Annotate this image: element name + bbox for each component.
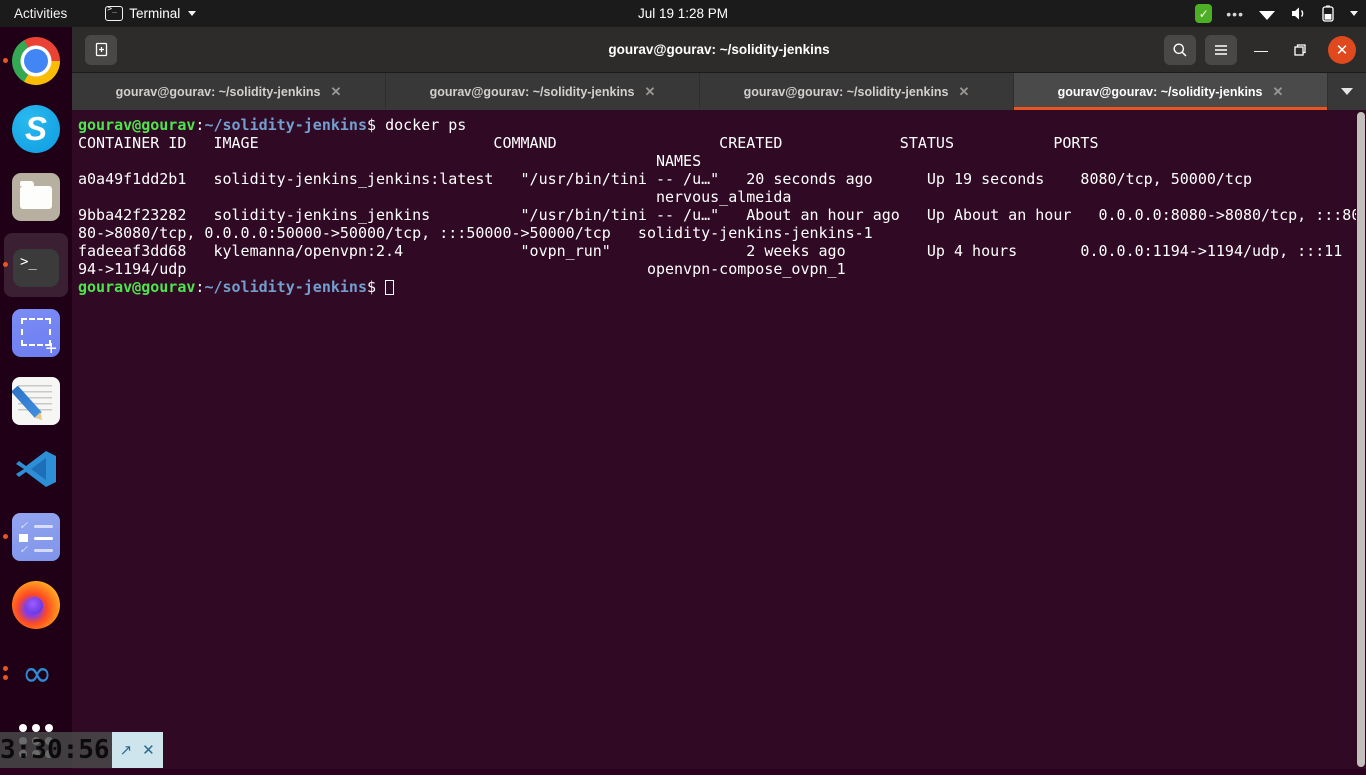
running-indicator — [3, 666, 8, 671]
prompt-sigil: $ — [367, 116, 385, 134]
ubuntu-dock: S ✓ ✓ ✓ ∞ — [0, 27, 72, 768]
tasks-icon: ✓ ✓ ✓ — [12, 513, 60, 561]
output-line: 94->1194/udp openvpn-compose_ovpn_1 — [78, 260, 846, 278]
shield-check-icon[interactable]: ✓ — [1195, 4, 1212, 23]
dock-item-tasks[interactable]: ✓ ✓ ✓ — [0, 503, 72, 571]
terminal-tab-2[interactable]: gourav@gourav: ~/solidity-jenkins ✕ — [386, 73, 700, 110]
google-chrome-icon — [12, 37, 60, 85]
output-line: NAMES — [78, 152, 701, 170]
command-text: docker ps — [385, 116, 466, 134]
clock[interactable]: Jul 19 1:28 PM — [0, 6, 1366, 21]
hamburger-menu-icon[interactable] — [1205, 35, 1237, 65]
chevron-down-icon — [1341, 88, 1353, 95]
output-line: fadeeaf3dd68 kylemanna/openvpn:2.4 "ovpn… — [78, 242, 1342, 260]
app-menu-label: Terminal — [129, 6, 180, 21]
output-line: CONTAINER ID IMAGE COMMAND CREATED STATU… — [78, 134, 1098, 152]
maximize-button[interactable] — [1285, 35, 1315, 65]
firefox-icon — [12, 581, 60, 629]
restore-icon[interactable]: ↗ — [120, 741, 133, 759]
output-line: a0a49f1dd2b1 solidity-jenkins_jenkins:la… — [78, 170, 1252, 188]
close-tab-icon[interactable]: ✕ — [959, 85, 970, 98]
prompt-path: ~/solidity-jenkins — [204, 278, 367, 296]
output-line: nervous_almeida — [78, 188, 791, 206]
terminal-icon — [105, 6, 123, 21]
new-tab-button[interactable] — [85, 35, 117, 65]
terminal-scrollbar[interactable] — [1356, 110, 1366, 769]
running-indicator — [3, 262, 8, 267]
terminal-icon — [13, 249, 59, 287]
output-line: 9bba42f23282 solidity-jenkins_jenkins "/… — [78, 206, 1360, 224]
dock-item-google-chrome[interactable] — [0, 27, 72, 95]
close-icon[interactable]: ✕ — [142, 741, 155, 759]
running-indicator — [3, 58, 8, 63]
chevron-down-icon — [188, 11, 196, 16]
tab-list-button[interactable] — [1328, 73, 1366, 110]
minimize-button[interactable]: — — [1246, 35, 1276, 65]
system-tray: ✓ ••• — [1195, 0, 1358, 27]
tab-label: gourav@gourav: ~/solidity-jenkins — [1058, 85, 1263, 99]
tab-label: gourav@gourav: ~/solidity-jenkins — [744, 85, 949, 99]
screenshot-icon — [12, 309, 60, 357]
output-line: 80->8080/tcp, 0.0.0.0:50000->50000/tcp, … — [78, 224, 873, 242]
tab-label: gourav@gourav: ~/solidity-jenkins — [430, 85, 635, 99]
files-icon — [12, 173, 60, 221]
close-tab-icon[interactable]: ✕ — [331, 85, 342, 98]
close-button[interactable]: ✕ — [1328, 36, 1356, 64]
close-tab-icon[interactable]: ✕ — [1273, 85, 1284, 98]
dock-item-visual-studio-code[interactable] — [0, 435, 72, 503]
text-editor-icon — [12, 377, 60, 425]
screen-recorder-overlay: 3:30:56 ↗ ✕ — [0, 732, 163, 768]
vscode-icon — [12, 445, 60, 493]
close-tab-icon[interactable]: ✕ — [645, 85, 656, 98]
dock-item-files[interactable] — [0, 163, 72, 231]
activities-button[interactable]: Activities — [0, 0, 77, 27]
running-indicator — [3, 675, 8, 680]
chevron-down-icon[interactable] — [1350, 11, 1358, 16]
terminal-tab-1[interactable]: gourav@gourav: ~/solidity-jenkins ✕ — [72, 73, 386, 110]
gnome-top-bar: Activities Terminal Jul 19 1:28 PM ✓ ••• — [0, 0, 1366, 27]
battery-icon[interactable] — [1322, 5, 1334, 22]
prompt-sigil: $ — [367, 278, 385, 296]
window-controls: — ✕ — [1164, 35, 1356, 65]
prompt-path: ~/solidity-jenkins — [204, 116, 367, 134]
wifi-icon[interactable] — [1258, 7, 1276, 21]
window-titlebar: gourav@gourav: ~/solidity-jenkins — — [72, 27, 1366, 73]
prompt-user: gourav@gourav — [78, 116, 195, 134]
dock-item-firefox[interactable] — [0, 571, 72, 639]
skype-icon: S — [12, 105, 60, 153]
terminal-tab-3[interactable]: gourav@gourav: ~/solidity-jenkins ✕ — [700, 73, 1014, 110]
volume-icon[interactable] — [1290, 6, 1308, 21]
app-menu-terminal[interactable]: Terminal — [105, 0, 196, 27]
terminal-tab-4[interactable]: gourav@gourav: ~/solidity-jenkins ✕ — [1014, 73, 1328, 110]
dock-item-skype[interactable]: S — [0, 95, 72, 163]
search-icon[interactable] — [1164, 35, 1196, 65]
dock-item-remmina[interactable]: ∞ — [0, 639, 72, 707]
terminal-output: gourav@gourav:~/solidity-jenkins$ docker… — [78, 116, 1360, 296]
recording-timer: 3:30:56 — [0, 732, 112, 768]
scrollbar-thumb[interactable] — [1357, 112, 1365, 767]
dock-item-text-editor[interactable] — [0, 367, 72, 435]
terminal-body[interactable]: gourav@gourav:~/solidity-jenkins$ docker… — [72, 110, 1366, 769]
infinity-icon: ∞ — [12, 649, 60, 697]
dock-item-terminal[interactable] — [0, 231, 72, 299]
tab-label: gourav@gourav: ~/solidity-jenkins — [116, 85, 321, 99]
ellipsis-icon[interactable]: ••• — [1226, 10, 1244, 18]
dock-item-screenshot-tool[interactable] — [0, 299, 72, 367]
block-cursor — [385, 280, 394, 295]
prompt-user: gourav@gourav — [78, 278, 195, 296]
tab-bar: gourav@gourav: ~/solidity-jenkins ✕ gour… — [72, 73, 1366, 110]
running-indicator — [3, 534, 8, 539]
recorder-actions: ↗ ✕ — [112, 732, 163, 768]
terminal-window: gourav@gourav: ~/solidity-jenkins — — [72, 27, 1366, 768]
